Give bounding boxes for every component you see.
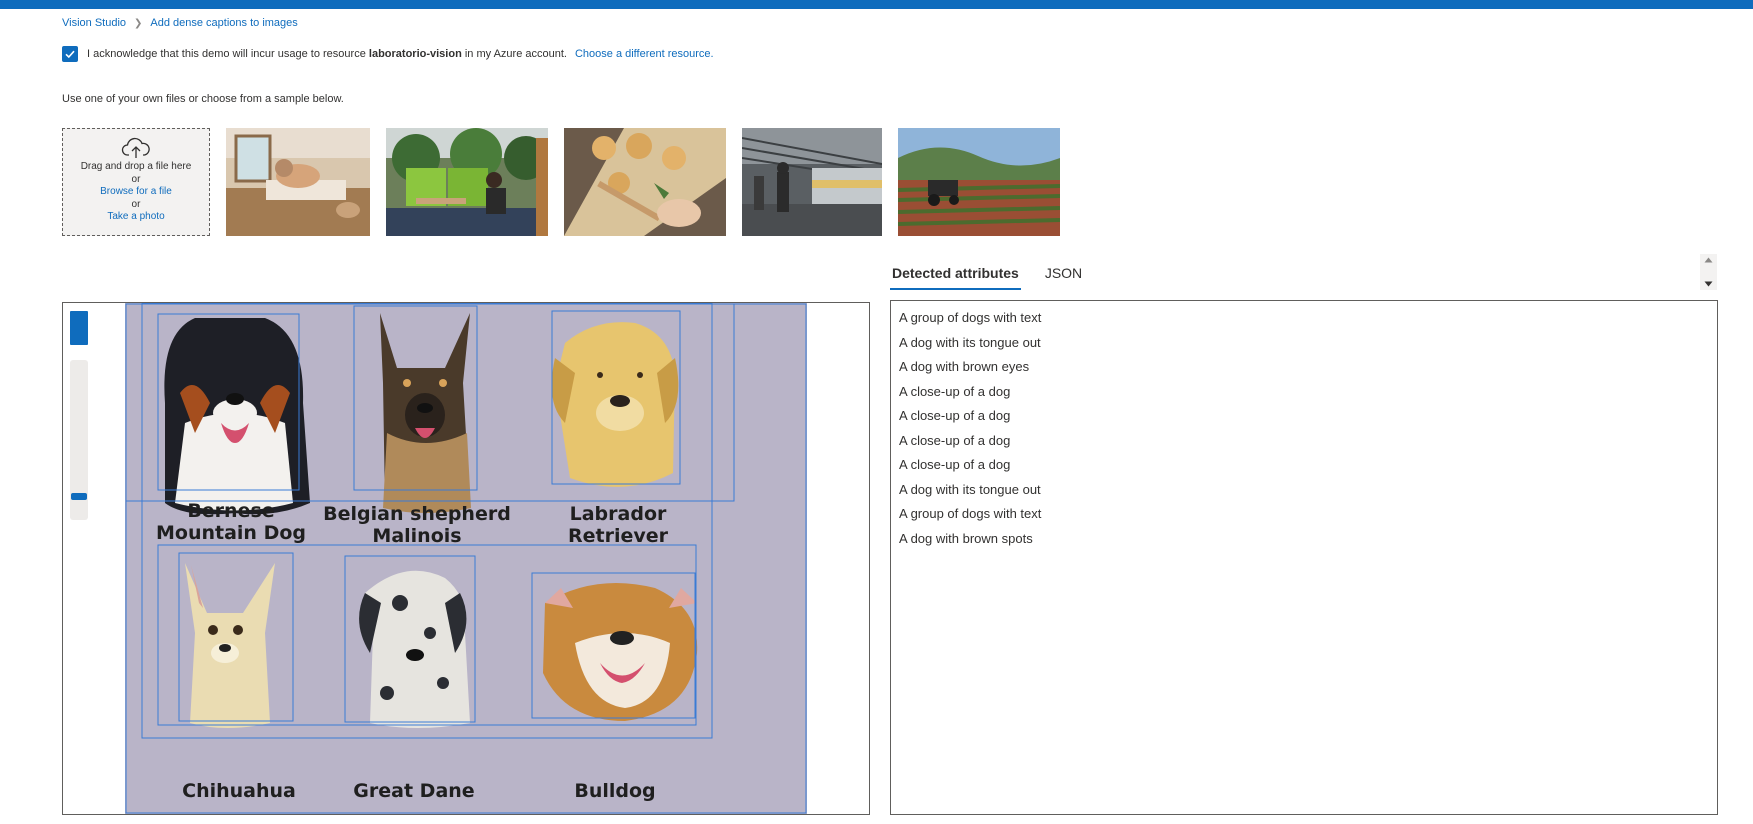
caption-item[interactable]: A dog with brown spots — [891, 527, 1717, 552]
label-bernese-2: Mountain Dog — [156, 522, 306, 544]
dog-chihuahua — [185, 563, 275, 728]
sample-image-4[interactable] — [742, 128, 882, 236]
browse-file-link[interactable]: Browse for a file — [100, 186, 172, 199]
acknowledge-text-end: in my Azure account. — [464, 48, 567, 60]
choose-resource-link[interactable]: Choose a different resource. — [575, 48, 714, 60]
label-great-dane: Great Dane — [353, 780, 474, 802]
caption-item[interactable]: A group of dogs with text — [891, 502, 1717, 527]
top-accent-bar — [0, 0, 1753, 9]
detected-attributes-list: A group of dogs with text A dog with its… — [890, 300, 1718, 815]
sample-image-3[interactable] — [564, 128, 726, 236]
dog-bernese — [164, 318, 310, 515]
label-chihuahua: Chihuahua — [182, 780, 296, 802]
dog-great-dane — [359, 570, 470, 728]
label-labrador-1: Labrador — [570, 503, 667, 525]
dog-labrador — [551, 322, 679, 487]
or-text: or — [131, 173, 141, 185]
zoom-out-button[interactable] — [70, 327, 88, 345]
tab-detected-attributes[interactable]: Detected attributes — [890, 257, 1021, 290]
image-canvas[interactable]: Bernese Mountain Dog Belgian shepherd Ma… — [62, 302, 870, 815]
acknowledge-row: I acknowledge that this demo will incur … — [62, 46, 714, 62]
checkmark-icon — [65, 50, 75, 59]
caption-item[interactable]: A group of dogs with text — [891, 306, 1717, 331]
dog-bulldog — [543, 583, 698, 721]
resource-name: laboratorio-vision — [368, 48, 462, 60]
drag-drop-text: Drag and drop a file here — [80, 161, 192, 172]
label-bulldog: Bulldog — [574, 780, 655, 802]
label-labrador-2: Retriever — [568, 525, 669, 547]
instruction-text: Use one of your own files or choose from… — [62, 93, 344, 105]
caption-item[interactable]: A close-up of a dog — [891, 380, 1717, 405]
caption-item[interactable]: A close-up of a dog — [891, 404, 1717, 429]
zoom-slider-thumb[interactable] — [71, 493, 87, 500]
caption-item[interactable]: A dog with its tongue out — [891, 331, 1717, 356]
acknowledge-text: I acknowledge that this demo will incur … — [87, 48, 366, 60]
breadcrumb-vision-studio[interactable]: Vision Studio — [62, 17, 126, 29]
scroll-up-icon[interactable] — [1704, 257, 1713, 263]
acknowledge-checkbox[interactable] — [62, 46, 78, 62]
analyzed-image: Bernese Mountain Dog Belgian shepherd Ma… — [125, 303, 807, 814]
breadcrumb-current-page[interactable]: Add dense captions to images — [150, 17, 297, 29]
sample-image-2[interactable] — [386, 128, 548, 236]
tab-json[interactable]: JSON — [1043, 257, 1084, 290]
or-text-2: or — [131, 198, 141, 210]
sample-image-5[interactable] — [898, 128, 1060, 236]
label-bernese-1: Bernese — [187, 500, 274, 522]
label-belgian-1: Belgian shepherd — [323, 503, 511, 525]
zoom-slider[interactable] — [70, 360, 88, 520]
take-photo-link[interactable]: Take a photo — [107, 211, 164, 224]
dog-belgian-shepherd — [380, 313, 471, 513]
chevron-right-icon: ❯ — [134, 17, 143, 29]
caption-item[interactable]: A close-up of a dog — [891, 429, 1717, 454]
label-belgian-2: Malinois — [372, 525, 461, 547]
breadcrumb: Vision Studio ❯ Add dense captions to im… — [62, 17, 298, 29]
tabs-scroll[interactable] — [1700, 254, 1717, 290]
cloud-upload-icon — [121, 137, 150, 158]
caption-item[interactable]: A dog with its tongue out — [891, 478, 1717, 503]
sample-image-1[interactable] — [226, 128, 370, 236]
caption-item[interactable]: A dog with brown eyes — [891, 355, 1717, 380]
upload-dropzone[interactable]: Drag and drop a file here or Browse for … — [62, 128, 210, 236]
result-tabs: Detected attributes JSON — [890, 257, 1084, 290]
caption-item[interactable]: A close-up of a dog — [891, 453, 1717, 478]
scroll-down-icon[interactable] — [1704, 281, 1713, 287]
